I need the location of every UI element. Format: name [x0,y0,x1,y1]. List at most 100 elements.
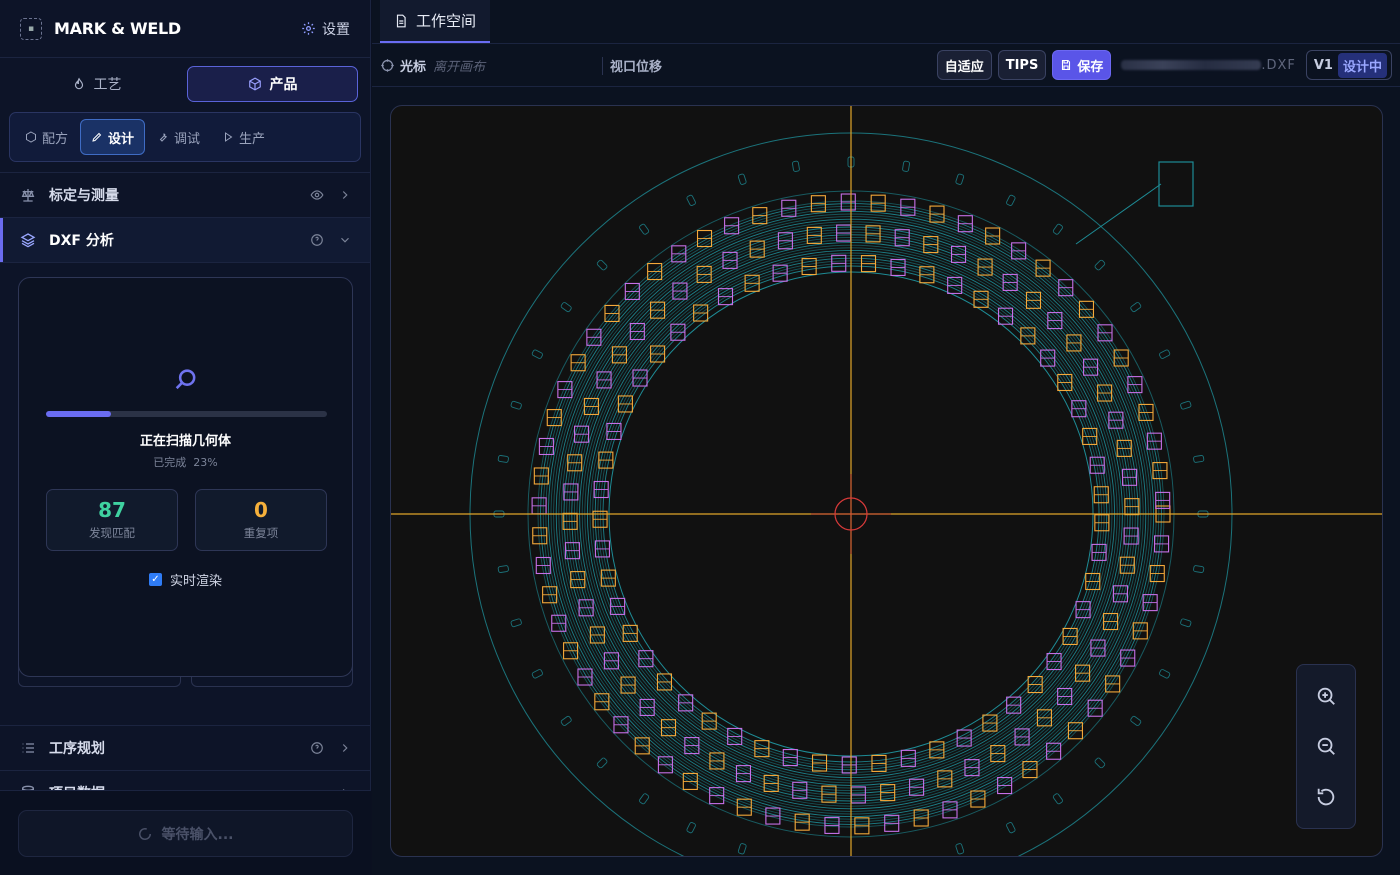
lead-wire [1075,183,1162,245]
slot-mark [497,565,509,573]
help-icon[interactable] [310,233,324,247]
slot-mark [902,160,910,172]
cursor-label: 光标 [400,59,427,75]
section-title: DXF 分析 [49,233,114,249]
subtab-label: 生产 [239,131,266,147]
subtab-design[interactable]: 设计 [80,119,146,155]
main-area: 工作空间 光标 离开画布 视口位移 自适应 TIPS 保存 .DXF V1 设计… [372,0,1400,875]
slot-mark [1193,455,1205,463]
dxf-canvas[interactable] [390,105,1383,857]
slot-mark [1130,715,1142,726]
scan-percent: 23% [193,456,218,469]
section-title: 工序规划 [49,741,105,757]
realtime-checkbox[interactable]: ✓ [149,573,162,586]
cursor-readout: 光标 离开画布 [380,56,485,75]
help-icon[interactable] [310,741,324,755]
save-button[interactable]: 保存 [1052,50,1112,80]
viewport-offset-label: 视口位移 [610,59,663,75]
slot-mark [1159,349,1171,359]
gear-icon [302,22,315,35]
slot-mark [510,400,522,410]
slot-mark [955,173,965,185]
matches-count: 87 [98,498,126,522]
realtime-render-toggle[interactable]: ✓ 实时渲染 [149,570,222,589]
save-label: 保存 [1077,59,1104,75]
slot-mark [1180,400,1192,410]
slot-mark [596,757,608,769]
tab-label: 产品 [269,77,298,93]
subtab-debug[interactable]: 调试 [147,119,210,155]
slot-mark [1052,793,1063,805]
chevron-down-icon [341,237,349,243]
zoom-in-icon[interactable] [1315,685,1337,707]
scan-progress-fill [46,411,111,417]
slot-mark [902,856,909,857]
slot-mark [686,822,696,834]
app-root: ▪ MARK & WELD 设置 工艺 产品 配方 设计 调试 生产 标定与测量… [0,0,1400,875]
canvas-toolbar: 光标 离开画布 视口位移 自适应 TIPS 保存 .DXF V1 设计中 [372,44,1400,87]
slot-mark [531,349,543,359]
slot-mark [1094,757,1106,769]
tips-button[interactable]: TIPS [997,50,1047,80]
waiting-input-button[interactable]: 等待输入... [18,810,353,857]
tips-label: TIPS [1005,57,1039,73]
dxf-panel: 正在扫描几何体 已完成 23% 87 发现匹配 0 重复项 ✓ 实时渲染 [0,262,370,725]
file-extension: .DXF [1261,57,1296,73]
eye-icon[interactable] [310,188,324,202]
box-icon [26,131,36,143]
terminal-block [1158,161,1194,207]
document-icon [396,14,406,27]
slot-mark [531,669,543,679]
subtab-recipe[interactable]: 配方 [15,119,78,155]
spinner-icon [138,827,151,840]
fit-button[interactable]: 自适应 [936,50,992,80]
slot-mark [1006,822,1016,834]
slot-mark [955,843,965,855]
slot-mark [737,843,747,855]
tab-process[interactable]: 工艺 [12,66,181,102]
scan-progress-bar [46,411,327,417]
box-icon [248,77,261,91]
settings-button[interactable]: 设置 [301,19,350,39]
workspace-tabs: 工作空间 [372,0,1400,44]
slot-mark [1193,565,1205,573]
subtab-production[interactable]: 生产 [212,119,275,155]
tab-label: 工艺 [93,77,122,93]
cad-drawing[interactable] [391,106,1383,857]
section-title: 标定与测量 [49,188,119,204]
slot-mark [510,618,522,628]
tab-product[interactable]: 产品 [187,66,358,102]
chevron-right-icon [342,191,348,199]
subtab-label: 配方 [42,131,69,147]
wrench-icon [159,133,167,142]
list-icon [22,743,34,753]
section-process-planning[interactable]: 工序规划 [0,725,370,770]
save-icon [1062,59,1071,71]
reset-view-icon[interactable] [1315,786,1337,808]
layers-icon [20,233,36,248]
slot-mark [639,223,650,235]
section-calibration[interactable]: 标定与测量 [0,172,370,217]
slot-mark [737,173,747,185]
slot-mark [686,194,696,206]
brand-bar: ▪ MARK & WELD 设置 [0,0,370,58]
slot-mark [792,856,799,857]
scale-icon [21,189,35,202]
slot-mark [792,160,800,172]
duplicates-count: 0 [254,498,268,522]
slot-mark [1094,259,1106,271]
toolbar-actions: 自适应 TIPS 保存 .DXF V1 设计中 [936,50,1392,80]
fit-label: 自适应 [944,59,984,75]
zoom-out-icon[interactable] [1315,735,1337,757]
scan-title: 正在扫描几何体 [139,434,231,449]
section-dxf-analysis[interactable]: DXF 分析 [0,217,370,262]
tab-workspace[interactable]: 工作空间 [380,0,491,43]
duplicates-label: 重复项 [243,526,279,540]
scan-card: 正在扫描几何体 已完成 23% 87 发现匹配 0 重复项 ✓ 实时渲染 [18,277,353,677]
brand-name: MARK & WELD [54,19,181,38]
search-icon [175,369,196,390]
file-name: .DXF [1117,58,1300,73]
realtime-label: 实时渲染 [170,574,223,589]
pencil-icon [92,132,102,142]
chevron-right-icon [342,744,348,752]
